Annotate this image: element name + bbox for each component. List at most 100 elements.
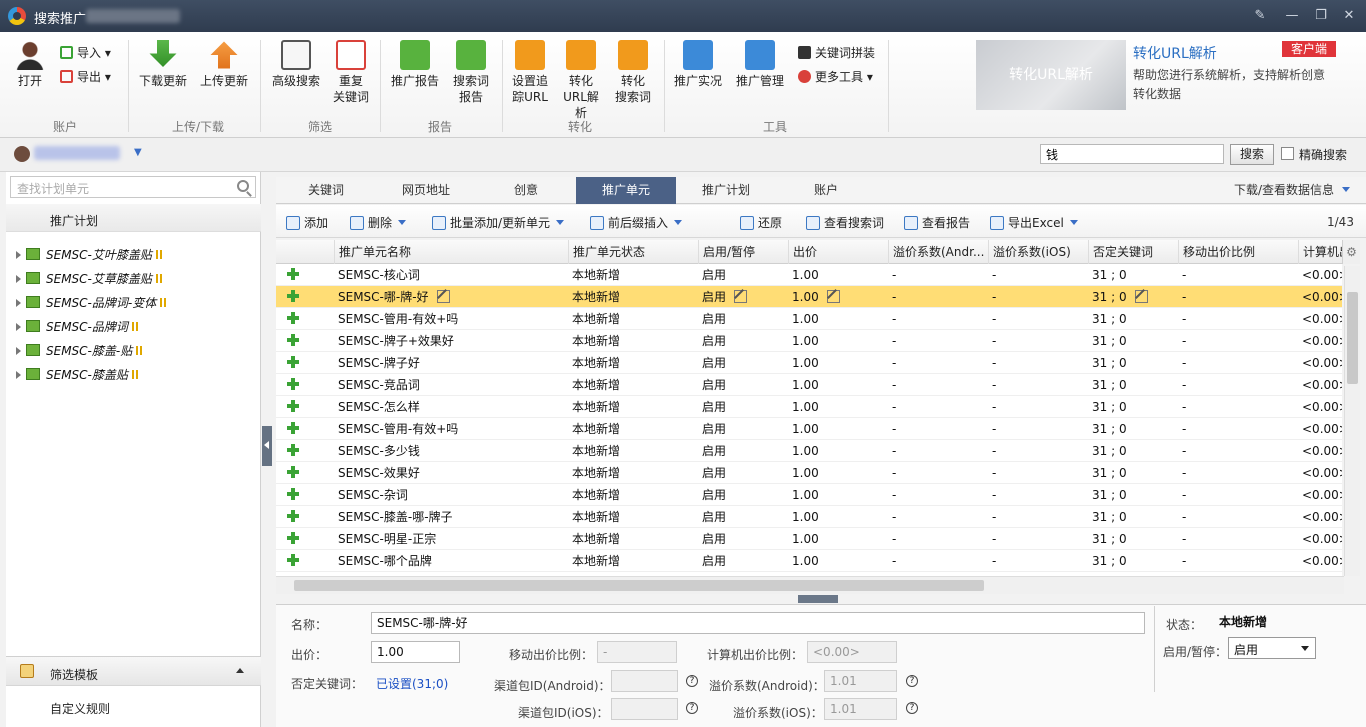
cell-mr[interactable]: - — [1178, 264, 1298, 286]
cell-enabled[interactable]: 启用 — [698, 528, 788, 550]
detail-splitter-handle[interactable] — [798, 595, 838, 603]
cell-pi[interactable]: - — [988, 506, 1088, 528]
cell-pi[interactable]: - — [988, 286, 1088, 308]
cell-name[interactable]: SEMSC-膝盖-哪-牌子 — [334, 506, 566, 528]
search-query-report-button[interactable]: 搜索词 报告 — [448, 40, 494, 105]
cell-pa[interactable]: - — [888, 484, 988, 506]
cell-bid[interactable]: 1.00 — [788, 308, 888, 330]
cell-status[interactable]: 本地新增 — [568, 462, 698, 484]
cell-pa[interactable]: - — [888, 550, 988, 572]
download-update-button[interactable]: 下载更新 — [138, 40, 188, 89]
table-row[interactable]: SEMSC-管用-有效+吗本地新增启用1.00--31 ; 0-<0.00> — [276, 308, 1342, 330]
help-icon[interactable]: ? — [906, 702, 918, 714]
help-icon[interactable]: ? — [686, 675, 698, 687]
chevron-down-icon[interactable] — [674, 220, 683, 225]
cell-pi[interactable]: - — [988, 484, 1088, 506]
cell-status[interactable]: 本地新增 — [568, 264, 698, 286]
cell-pi[interactable]: - — [988, 352, 1088, 374]
panel-collapse-handle[interactable] — [262, 426, 272, 466]
tree-item-plan[interactable]: SEMSC-艾草膝盖贴 — [16, 270, 162, 287]
table-row[interactable]: SEMSC-多少钱本地新增启用1.00--31 ; 0-<0.00> — [276, 440, 1342, 462]
filter-template-header[interactable]: 筛选模板 — [6, 656, 261, 686]
cell-bid[interactable]: 1.00 — [788, 484, 888, 506]
cell-status[interactable]: 本地新增 — [568, 528, 698, 550]
negative-keywords-link[interactable]: 已设置(31;0) — [376, 675, 448, 692]
cell-bid[interactable]: 1.00 — [788, 506, 888, 528]
cell-mr[interactable]: - — [1178, 396, 1298, 418]
cell-pi[interactable]: - — [988, 374, 1088, 396]
expand-arrow-icon[interactable] — [16, 347, 21, 355]
table-row[interactable]: SEMSC-哪-牌-好本地新增启用1.00--31 ; 0-<0.00> — [276, 286, 1342, 308]
name-input[interactable]: SEMSC-哪-牌-好 — [371, 612, 1145, 634]
col-header-mobile-ratio[interactable]: 移动出价比例 — [1178, 240, 1298, 264]
exact-search-checkbox[interactable] — [1281, 147, 1294, 160]
col-header-enabled[interactable]: 启用/暂停 — [698, 240, 788, 264]
table-row[interactable]: SEMSC-牌子好本地新增启用1.00--31 ; 0-<0.00> — [276, 352, 1342, 374]
search-button[interactable]: 搜索 — [1230, 144, 1274, 165]
cell-mr[interactable]: - — [1178, 528, 1298, 550]
table-row[interactable]: SEMSC-效果好本地新增启用1.00--31 ; 0-<0.00> — [276, 462, 1342, 484]
cell-status[interactable]: 本地新增 — [568, 374, 698, 396]
tab-ad-units[interactable]: 推广单元 — [576, 177, 676, 204]
col-header-name[interactable]: 推广单元名称 — [334, 240, 566, 264]
collapse-arrow-icon[interactable] — [236, 668, 244, 673]
ad-banner-image[interactable]: 转化URL解析 — [976, 40, 1126, 110]
advanced-search-button[interactable]: 高级搜索 — [270, 40, 322, 89]
cell-cr[interactable]: <0.00> — [1298, 418, 1342, 440]
cell-bid[interactable]: 1.00 — [788, 462, 888, 484]
cell-name[interactable]: SEMSC-管用-有效+吗 — [334, 308, 566, 330]
cell-pa[interactable]: - — [888, 396, 988, 418]
cell-neg[interactable]: 31 ; 0 — [1088, 396, 1178, 418]
enable-select[interactable]: 启用 — [1228, 637, 1316, 659]
horizontal-scrollbar[interactable] — [276, 576, 1344, 594]
cell-enabled[interactable]: 启用 — [698, 264, 788, 286]
cell-pa[interactable]: - — [888, 462, 988, 484]
add-row-plus-icon[interactable] — [287, 356, 299, 368]
cell-name[interactable]: SEMSC-牌子+效果好 — [334, 330, 566, 352]
cell-status[interactable]: 本地新增 — [568, 286, 698, 308]
tab-account[interactable]: 账户 — [776, 177, 876, 204]
cell-enabled[interactable]: 启用 — [698, 418, 788, 440]
cell-neg[interactable]: 31 ; 0 — [1088, 528, 1178, 550]
cell-pa[interactable]: - — [888, 308, 988, 330]
add-row-plus-icon[interactable] — [287, 554, 299, 566]
add-row-plus-icon[interactable] — [287, 400, 299, 412]
cell-pa[interactable]: - — [888, 506, 988, 528]
cell-cr[interactable]: <0.00> — [1298, 286, 1342, 308]
cell-status[interactable]: 本地新增 — [568, 352, 698, 374]
cell-status[interactable]: 本地新增 — [568, 440, 698, 462]
cell-bid[interactable]: 1.00 — [788, 418, 888, 440]
cell-pa[interactable]: - — [888, 330, 988, 352]
cell-status[interactable]: 本地新增 — [568, 330, 698, 352]
download-data-link[interactable]: 下载/查看数据信息 — [1234, 181, 1350, 198]
col-header-premium-android[interactable]: 溢价系数(Andr... — [888, 240, 988, 264]
cell-pi[interactable]: - — [988, 550, 1088, 572]
edit-pencil-icon[interactable] — [1134, 290, 1148, 303]
cell-status[interactable]: 本地新增 — [568, 484, 698, 506]
cell-bid[interactable]: 1.00 — [788, 374, 888, 396]
cell-neg[interactable]: 31 ; 0 — [1088, 374, 1178, 396]
cell-enabled[interactable]: 启用 — [698, 352, 788, 374]
cell-pi[interactable]: - — [988, 462, 1088, 484]
view-report-button[interactable]: 查看报告 — [904, 214, 970, 231]
col-header-pc-ratio[interactable]: 计算机出 — [1298, 240, 1342, 264]
cell-enabled[interactable]: 启用 — [698, 462, 788, 484]
cell-neg[interactable]: 31 ; 0 — [1088, 462, 1178, 484]
col-header-bid[interactable]: 出价 — [788, 240, 888, 264]
cell-pa[interactable]: - — [888, 264, 988, 286]
scroll-thumb[interactable] — [1347, 292, 1358, 384]
table-row[interactable]: SEMSC-核心词本地新增启用1.00--31 ; 0-<0.00> — [276, 264, 1342, 286]
add-row-plus-icon[interactable] — [287, 268, 299, 280]
edit-window-icon[interactable]: ✎ — [1248, 5, 1272, 27]
cell-enabled[interactable]: 启用 — [698, 440, 788, 462]
cell-pi[interactable]: - — [988, 330, 1088, 352]
cell-bid[interactable]: 1.00 — [788, 550, 888, 572]
chevron-down-icon[interactable] — [556, 220, 565, 225]
custom-rule-item[interactable]: 自定义规则 — [50, 700, 110, 717]
cell-mr[interactable]: - — [1178, 462, 1298, 484]
cell-status[interactable]: 本地新增 — [568, 308, 698, 330]
cell-name[interactable]: SEMSC-管用-有效+吗 — [334, 418, 566, 440]
tree-item-plan[interactable]: SEMSC-膝盖贴 — [16, 366, 138, 383]
cell-cr[interactable]: <0.00> — [1298, 396, 1342, 418]
cell-cr[interactable]: <0.00> — [1298, 374, 1342, 396]
